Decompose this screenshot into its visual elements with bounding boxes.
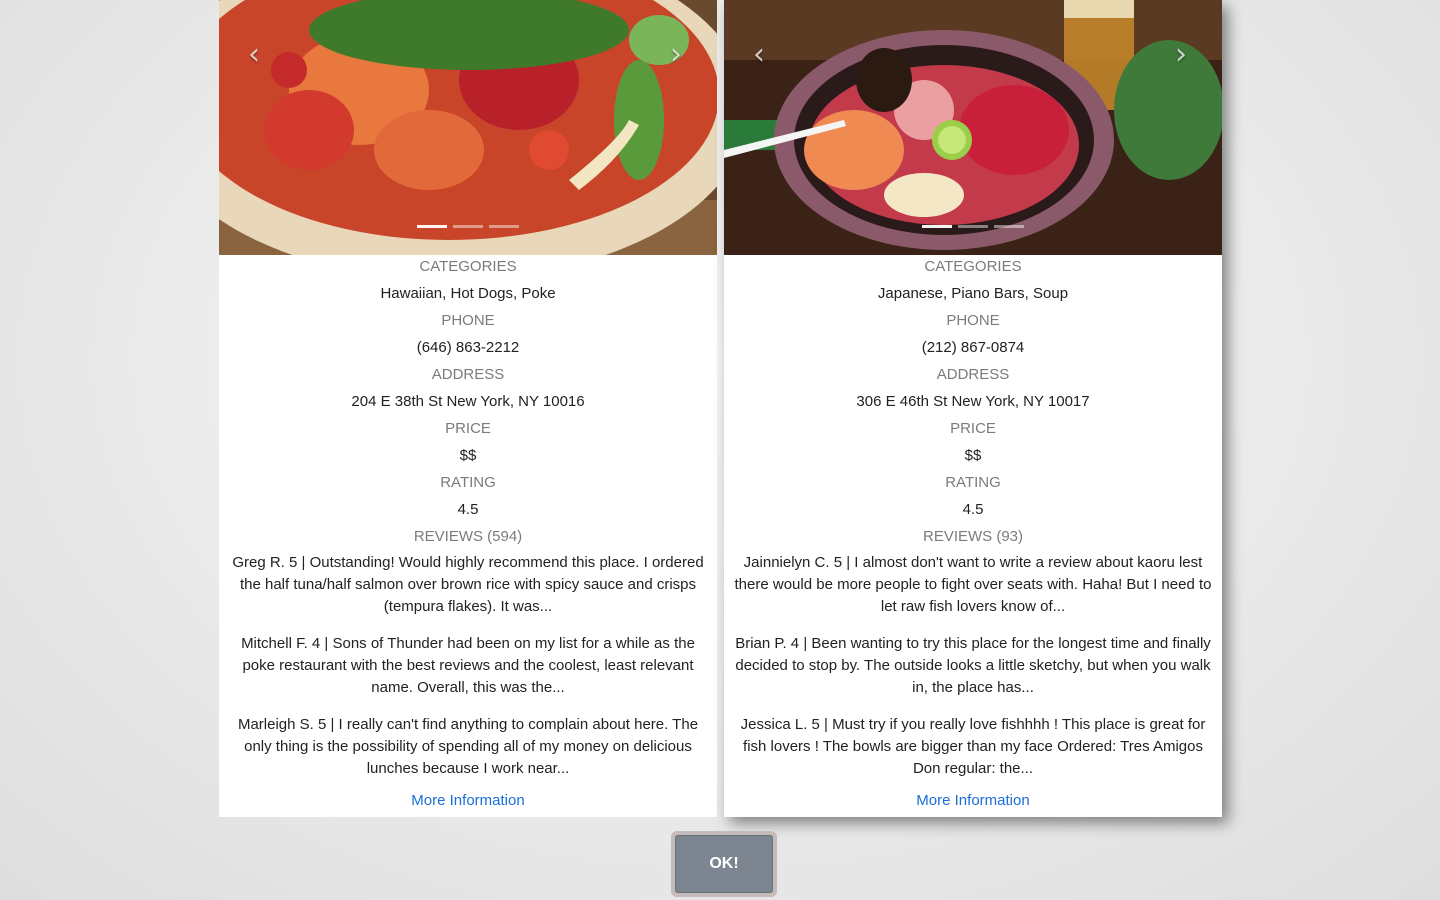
poke-bowl-photo — [219, 0, 717, 255]
rating-value: 4.5 — [962, 501, 984, 518]
carousel-indicator[interactable] — [489, 225, 519, 228]
address-label: ADDRESS — [936, 366, 1010, 383]
rating-value: 4.5 — [457, 501, 479, 518]
restaurant-card-japanese: ‹ › CATEGORIES Japanese, Piano Bars, Sou… — [724, 0, 1222, 817]
review-item: Mitchell F. 4 | Sons of Thunder had been… — [241, 635, 695, 696]
ok-button[interactable]: OK! — [675, 835, 773, 893]
ok-button-frame: OK! — [671, 831, 777, 897]
address-value: 204 E 38th St New York, NY 10016 — [351, 393, 585, 410]
price-label: PRICE — [445, 420, 491, 437]
categories-label: CATEGORIES — [924, 258, 1022, 275]
more-information-link[interactable]: More Information — [724, 790, 1222, 812]
carousel-indicators — [219, 225, 717, 228]
price-value: $$ — [964, 447, 982, 464]
address-label: ADDRESS — [431, 366, 505, 383]
carousel-prev-icon[interactable]: ‹ — [748, 40, 770, 70]
review-item: Jessica L. 5 | Must try if you really lo… — [740, 716, 1206, 777]
carousel-next-icon[interactable]: › — [665, 40, 687, 70]
carousel-indicator[interactable] — [417, 225, 447, 228]
carousel-indicator[interactable] — [922, 225, 952, 228]
carousel-indicator[interactable] — [453, 225, 483, 228]
rating-label: RATING — [945, 474, 1001, 491]
price-label: PRICE — [950, 420, 996, 437]
phone-value: (646) 863-2212 — [416, 339, 520, 356]
address-value: 306 E 46th St New York, NY 10017 — [856, 393, 1090, 410]
categories-label: CATEGORIES — [419, 258, 517, 275]
restaurant-info: CATEGORIES Japanese, Piano Bars, Soup PH… — [724, 253, 1222, 812]
photo-carousel: ‹ › — [219, 0, 717, 255]
restaurant-card-poke: ‹ › CATEGORIES Hawaiian, Hot Dogs, Poke … — [219, 0, 717, 817]
phone-value: (212) 867-0874 — [921, 339, 1025, 356]
phone-label: PHONE — [946, 312, 1000, 329]
more-information-link[interactable]: More Information — [219, 790, 717, 812]
carousel-next-icon[interactable]: › — [1170, 40, 1192, 70]
restaurant-info: CATEGORIES Hawaiian, Hot Dogs, Poke PHON… — [219, 253, 717, 812]
reviews-list: Jainnielyn C. 5 | I almost don't want to… — [724, 550, 1222, 780]
carousel-indicator[interactable] — [994, 225, 1024, 228]
carousel-prev-icon[interactable]: ‹ — [243, 40, 265, 70]
reviews-label: REVIEWS (93) — [922, 528, 1024, 545]
review-item: Marleigh S. 5 | I really can't find anyt… — [237, 716, 699, 777]
reviews-list: Greg R. 5 | Outstanding! Would highly re… — [219, 550, 717, 780]
review-item: Brian P. 4 | Been wanting to try this pl… — [735, 635, 1211, 696]
review-item: Jainnielyn C. 5 | I almost don't want to… — [734, 554, 1212, 615]
chirashi-bowl-photo — [724, 0, 1222, 255]
review-item: Greg R. 5 | Outstanding! Would highly re… — [232, 554, 704, 615]
price-value: $$ — [459, 447, 477, 464]
carousel-indicator[interactable] — [958, 225, 988, 228]
photo-carousel: ‹ › — [724, 0, 1222, 255]
rating-label: RATING — [440, 474, 496, 491]
carousel-indicators — [724, 225, 1222, 228]
categories-value: Japanese, Piano Bars, Soup — [877, 285, 1069, 302]
reviews-label: REVIEWS (594) — [413, 528, 523, 545]
categories-value: Hawaiian, Hot Dogs, Poke — [380, 285, 556, 302]
phone-label: PHONE — [441, 312, 495, 329]
